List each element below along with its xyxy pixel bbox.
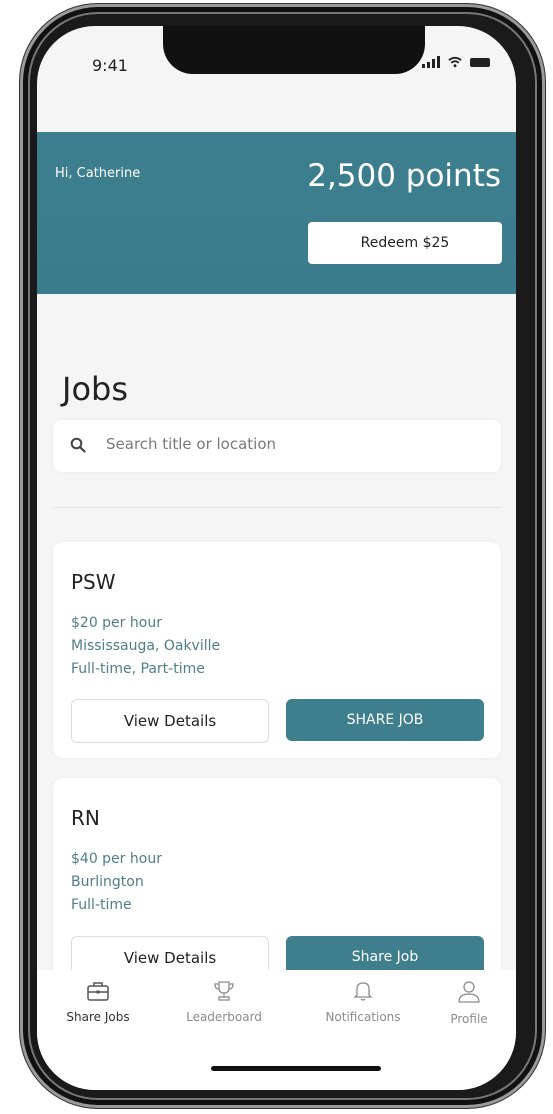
job-pay: $40 per hour [71, 851, 162, 867]
points-header: Hi, Catherine 2,500 points Redeem $25 [37, 132, 516, 294]
job-title: PSW [71, 570, 116, 594]
tab-share-jobs[interactable]: Share Jobs [55, 980, 141, 1024]
job-type: Full-time [71, 897, 132, 913]
tab-label: Leaderboard [186, 1010, 262, 1024]
app-screen: 9:41 Hi, Catherine 2,500 points Redeem $… [37, 26, 516, 1090]
home-indicator [211, 1066, 381, 1071]
tab-profile[interactable]: Profile [441, 980, 497, 1026]
job-title: RN [71, 806, 100, 830]
job-pay: $20 per hour [71, 615, 162, 631]
view-details-button[interactable]: View Details [71, 699, 269, 743]
trophy-icon [214, 981, 234, 1001]
job-location: Mississauga, Oakville [71, 638, 221, 654]
user-icon [458, 981, 480, 1003]
search-input[interactable] [104, 434, 478, 454]
battery-icon [470, 58, 490, 67]
search-bar [53, 420, 501, 472]
job-card: PSW $20 per hour Mississauga, Oakville F… [53, 542, 501, 758]
wifi-icon [448, 56, 462, 68]
device-notch [163, 26, 425, 74]
tab-label: Notifications [325, 1010, 401, 1024]
share-job-button[interactable]: SHARE JOB [286, 699, 484, 741]
bottom-tab-bar: Share Jobs Leaderboard Notifications Pro… [37, 970, 516, 1090]
signal-icon [422, 56, 440, 68]
points-balance: 2,500 points [307, 158, 501, 194]
greeting-text: Hi, Catherine [55, 166, 141, 181]
tab-notifications[interactable]: Notifications [313, 980, 413, 1024]
search-icon [70, 437, 86, 453]
status-time: 9:41 [92, 56, 128, 75]
divider [53, 507, 501, 508]
job-type: Full-time, Part-time [71, 661, 205, 677]
job-location: Burlington [71, 874, 144, 890]
status-icons [422, 56, 490, 68]
tab-label: Profile [450, 1012, 488, 1026]
job-card: RN $40 per hour Burlington Full-time Vie… [53, 778, 501, 998]
briefcase-icon [87, 982, 109, 1001]
redeem-button[interactable]: Redeem $25 [308, 222, 502, 264]
tab-label: Share Jobs [66, 1010, 130, 1024]
page-title: Jobs [62, 370, 128, 408]
bell-icon [353, 982, 373, 1001]
tab-leaderboard[interactable]: Leaderboard [177, 980, 271, 1024]
